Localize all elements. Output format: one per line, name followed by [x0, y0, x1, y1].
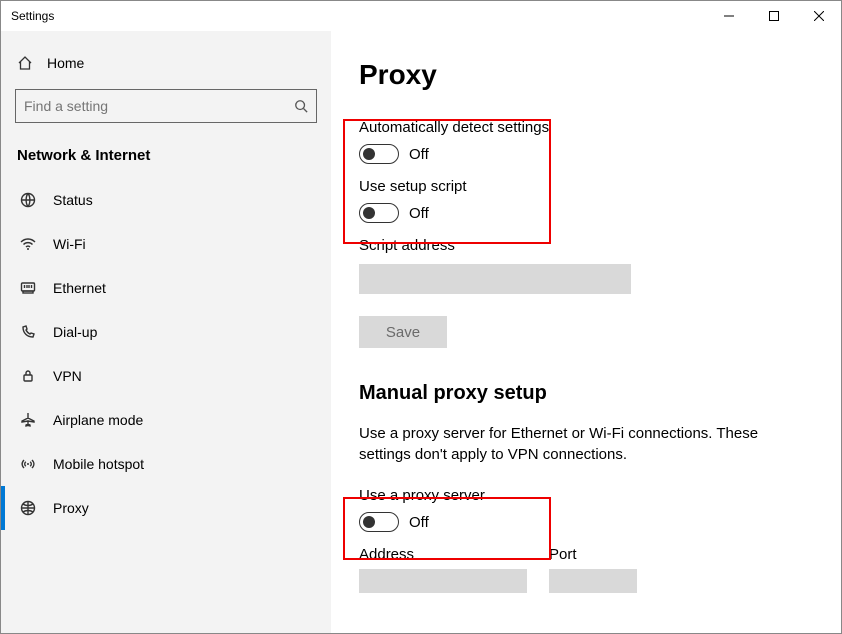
- window-controls: [706, 1, 841, 31]
- ethernet-icon: [19, 280, 37, 296]
- section-title: Network & Internet: [17, 147, 315, 164]
- hotspot-icon: [19, 456, 37, 472]
- close-button[interactable]: [796, 1, 841, 31]
- main-content: Proxy Automatically detect settings Off …: [331, 31, 841, 633]
- nav-label: Wi-Fi: [53, 236, 86, 252]
- search-icon: [286, 99, 316, 113]
- sidebar-item-vpn[interactable]: VPN: [11, 354, 321, 398]
- manual-setup-heading: Manual proxy setup: [359, 382, 805, 405]
- auto-detect-toggle[interactable]: [359, 144, 399, 164]
- sidebar: Home Network & Internet Status Wi-Fi: [1, 31, 331, 633]
- search-input[interactable]: [16, 98, 286, 114]
- airplane-icon: [19, 412, 37, 428]
- nav-list: Status Wi-Fi Ethernet Dial-up VPN: [11, 178, 321, 530]
- sidebar-item-airplane[interactable]: Airplane mode: [11, 398, 321, 442]
- sidebar-item-hotspot[interactable]: Mobile hotspot: [11, 442, 321, 486]
- close-icon: [814, 11, 824, 21]
- nav-label: Airplane mode: [53, 412, 143, 428]
- dialup-icon: [19, 324, 37, 340]
- use-script-toggle[interactable]: [359, 203, 399, 223]
- manual-setup-desc: Use a proxy server for Ethernet or Wi-Fi…: [359, 423, 789, 465]
- nav-label: VPN: [53, 368, 82, 384]
- use-proxy-toggle[interactable]: [359, 512, 399, 532]
- sidebar-item-wifi[interactable]: Wi-Fi: [11, 222, 321, 266]
- sidebar-item-ethernet[interactable]: Ethernet: [11, 266, 321, 310]
- nav-label: Ethernet: [53, 280, 106, 296]
- settings-window: Settings Home Netw: [0, 0, 842, 634]
- window-title: Settings: [11, 9, 54, 23]
- page-title: Proxy: [359, 59, 805, 91]
- address-input: [359, 569, 527, 593]
- wifi-icon: [19, 236, 37, 252]
- nav-label: Mobile hotspot: [53, 456, 144, 472]
- sidebar-item-status[interactable]: Status: [11, 178, 321, 222]
- sidebar-item-dialup[interactable]: Dial-up: [11, 310, 321, 354]
- nav-label: Dial-up: [53, 324, 97, 340]
- home-label: Home: [47, 55, 84, 71]
- minimize-button[interactable]: [706, 1, 751, 31]
- search-box[interactable]: [15, 89, 317, 123]
- maximize-button[interactable]: [751, 1, 796, 31]
- sidebar-item-proxy[interactable]: Proxy: [11, 486, 321, 530]
- nav-label: Status: [53, 192, 93, 208]
- port-label: Port: [549, 546, 637, 563]
- port-input: [549, 569, 637, 593]
- highlight-box-1: [343, 119, 551, 244]
- home-nav[interactable]: Home: [11, 45, 321, 81]
- status-icon: [19, 192, 37, 208]
- home-icon: [17, 55, 33, 71]
- minimize-icon: [724, 11, 734, 21]
- save-button: Save: [359, 316, 447, 348]
- script-address-input: [359, 264, 631, 294]
- titlebar: Settings: [1, 1, 841, 31]
- vpn-icon: [19, 368, 37, 384]
- proxy-icon: [19, 500, 37, 516]
- nav-label: Proxy: [53, 500, 89, 516]
- maximize-icon: [769, 11, 779, 21]
